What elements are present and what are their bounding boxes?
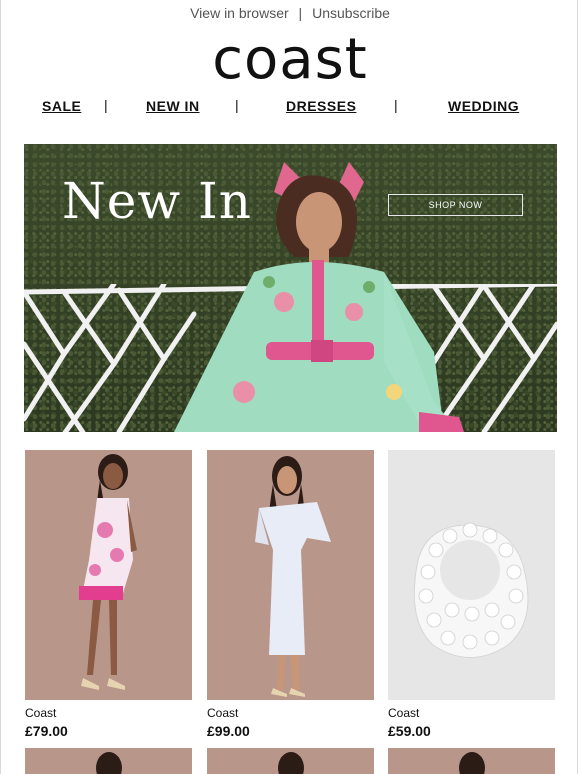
product-card[interactable]: Coast £99.00 <box>207 450 374 739</box>
product-image[interactable] <box>388 748 555 774</box>
product-image[interactable] <box>388 450 555 700</box>
nav-divider: | <box>235 97 239 113</box>
nav-divider: | <box>394 97 398 113</box>
nav-divider: | <box>104 97 108 113</box>
preheader: View in browser | Unsubscribe <box>0 5 580 21</box>
product-brand: Coast <box>25 706 57 720</box>
product-price: £59.00 <box>388 723 431 739</box>
product-image[interactable] <box>207 450 374 700</box>
brand-logo[interactable]: coast <box>0 28 580 92</box>
product-brand: Coast <box>388 706 420 720</box>
product-image[interactable] <box>25 450 192 700</box>
model-head-image <box>96 752 122 774</box>
shop-now-button[interactable]: SHOP NOW <box>388 194 523 216</box>
model-head-image <box>459 752 485 774</box>
product-image[interactable] <box>207 748 374 774</box>
nav-item-sale[interactable]: SALE <box>42 98 81 114</box>
embellished-bag-image <box>413 522 529 658</box>
hero-banner[interactable]: New In SHOP NOW <box>24 144 557 432</box>
product-price: £79.00 <box>25 723 68 739</box>
product-card[interactable]: Coast £59.00 <box>388 450 555 739</box>
preheader-separator: | <box>298 5 303 21</box>
product-price: £99.00 <box>207 723 250 739</box>
product-brand: Coast <box>207 706 239 720</box>
nav-item-new-in[interactable]: NEW IN <box>146 98 200 114</box>
floral-mini-dress-image <box>79 454 137 690</box>
cape-midi-dress-image <box>255 456 331 697</box>
hero-headline: New In <box>62 172 252 230</box>
nav-item-dresses[interactable]: DRESSES <box>286 98 356 114</box>
main-nav: SALE | NEW IN | DRESSES | WEDDING <box>24 97 556 116</box>
product-image[interactable] <box>25 748 192 774</box>
unsubscribe-link[interactable]: Unsubscribe <box>312 5 390 21</box>
view-in-browser-link[interactable]: View in browser <box>190 5 289 21</box>
product-card[interactable]: Coast £79.00 <box>25 450 192 739</box>
nav-item-wedding[interactable]: WEDDING <box>448 98 519 114</box>
model-head-image <box>278 752 304 774</box>
